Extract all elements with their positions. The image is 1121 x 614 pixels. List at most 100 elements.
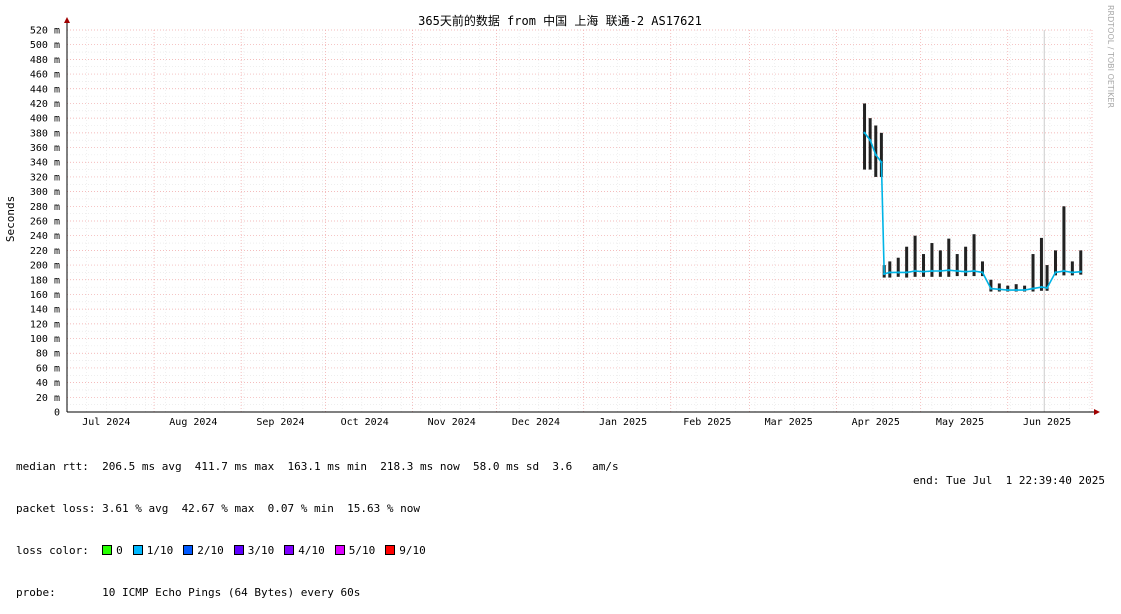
- data-point: [1045, 286, 1049, 290]
- legend-item: 0: [102, 544, 123, 557]
- packet-loss-line: packet loss: 3.61 % avg 42.67 % max 0.07…: [16, 502, 420, 515]
- data-point: [956, 269, 959, 273]
- legend-item: 1/10: [132, 544, 174, 557]
- legend-item: 2/10: [183, 544, 224, 557]
- range-bar: [938, 250, 942, 277]
- data-point: [930, 269, 934, 273]
- loss-color-legend: loss color: 0 1/10 2/10 3/10 4/10 5/10 9/10: [16, 544, 619, 558]
- legend-item: 5/10: [334, 544, 376, 557]
- y-tick-label: 400 m: [30, 114, 60, 125]
- range-bar: [1031, 254, 1035, 292]
- range-bar: [955, 254, 959, 277]
- y-tick-label: 420 m: [30, 99, 60, 110]
- legend-swatch: [132, 545, 143, 555]
- y-axis-arrow: [64, 17, 70, 23]
- y-tick-label: 200 m: [30, 261, 60, 272]
- y-tick-label: 460 m: [30, 70, 60, 81]
- range-bar: [863, 103, 867, 170]
- legend-swatch: [183, 545, 194, 555]
- y-tick-label: 60 m: [36, 363, 60, 374]
- data-point: [1062, 269, 1066, 273]
- data-point: [1054, 271, 1057, 274]
- data-point: [1014, 288, 1018, 292]
- data-point: [868, 138, 872, 142]
- y-tick-label: 100 m: [30, 334, 60, 345]
- legend-swatch: [233, 545, 244, 555]
- x-tick-labels: Jul 2024 Aug 2024 Sep 2024 Oct 2024 Nov 2024…: [82, 417, 1071, 428]
- y-tick-label: 360 m: [30, 143, 60, 154]
- data-point: [922, 270, 925, 273]
- probe-line: probe: 10 ICMP Echo Pings (64 Bytes) eve…: [16, 586, 361, 599]
- x-tick-label: Sep 2024: [256, 417, 304, 428]
- data-point: [1079, 270, 1082, 273]
- data-point: [882, 272, 886, 276]
- chart-title: 365天前的数据 from 中国 上海 联通-2 AS17621: [418, 13, 702, 28]
- data-point: [947, 269, 950, 272]
- data-point: [981, 271, 984, 274]
- data-point: [863, 131, 866, 135]
- y-tick-label: 260 m: [30, 217, 60, 228]
- data-point: [1071, 271, 1074, 274]
- data-point: [913, 269, 917, 273]
- data-point: [905, 271, 908, 274]
- x-tick-label: Mar 2025: [765, 417, 813, 428]
- legend-item: 9/10: [385, 544, 426, 557]
- x-tick-label: Jan 2025: [599, 417, 647, 428]
- range-bar: [1062, 206, 1066, 276]
- legend-swatch: [385, 545, 396, 555]
- axes: [64, 17, 1100, 415]
- y-tick-label: 220 m: [30, 246, 60, 257]
- chart-canvas: Jul 2024 Aug 2024 Sep 2024 Oct 2024 Nov 2024…: [4, 5, 1115, 428]
- y-tick-labels: 0 20 m 40 m 60 m 80 m 100 m 120 m 140 m 160 m 180…: [30, 26, 60, 419]
- y-tick-label: 160 m: [30, 290, 60, 301]
- x-tick-label: Aug 2024: [169, 417, 217, 428]
- y-axis-label: Seconds: [4, 196, 17, 242]
- x-tick-label: Jul 2024: [82, 417, 130, 428]
- x-tick-label: Jun 2025: [1023, 417, 1071, 428]
- y-tick-label: 140 m: [30, 305, 60, 316]
- legend-swatch: [334, 545, 345, 555]
- legend-label: 3/10: [247, 544, 275, 557]
- legend-label: 9/10: [399, 544, 426, 557]
- y-tick-label: 0: [54, 408, 60, 419]
- x-tick-label: Nov 2024: [428, 417, 476, 428]
- data-point: [964, 270, 967, 273]
- y-tick-label: 180 m: [30, 275, 60, 286]
- legend-swatch: [102, 545, 113, 555]
- data-point: [1006, 288, 1009, 292]
- legend-label: 0: [116, 544, 123, 557]
- y-tick-label: 320 m: [30, 172, 60, 183]
- y-tick-label: 480 m: [30, 55, 60, 66]
- legend-label: 1/10: [146, 544, 174, 557]
- y-tick-label: 80 m: [36, 349, 60, 360]
- legend-item: 4/10: [284, 544, 325, 557]
- stats-panel: median rtt: 206.5 ms avg 411.7 ms max 16…: [16, 432, 619, 614]
- median-rtt-line: median rtt: 206.5 ms avg 411.7 ms max 16…: [16, 460, 619, 473]
- legend-swatch: [284, 545, 295, 555]
- y-tick-label: 380 m: [30, 128, 60, 139]
- data-point: [888, 271, 892, 274]
- legend-label: 2/10: [197, 544, 224, 557]
- grid-lines: [66, 29, 1093, 413]
- range-bar: [922, 254, 926, 277]
- y-tick-label: 120 m: [30, 319, 60, 330]
- y-tick-label: 240 m: [30, 231, 60, 242]
- range-bar: [888, 261, 892, 278]
- data-point: [989, 287, 993, 290]
- y-tick-label: 300 m: [30, 187, 60, 198]
- y-tick-label: 280 m: [30, 202, 60, 213]
- y-tick-label: 20 m: [36, 393, 60, 404]
- y-tick-label: 440 m: [30, 84, 60, 95]
- y-tick-label: 500 m: [30, 40, 60, 51]
- data-point: [880, 161, 883, 164]
- data-point: [998, 288, 1001, 291]
- x-tick-label: Feb 2025: [683, 417, 731, 428]
- range-bar: [1039, 237, 1043, 291]
- x-tick-label: Apr 2025: [852, 417, 900, 428]
- legend-label: 5/10: [348, 544, 376, 557]
- legend-item: 3/10: [233, 544, 275, 557]
- range-bar: [896, 257, 900, 277]
- data-point: [897, 271, 900, 274]
- y-tick-label: 520 m: [30, 26, 60, 37]
- x-axis-arrow: [1094, 409, 1100, 415]
